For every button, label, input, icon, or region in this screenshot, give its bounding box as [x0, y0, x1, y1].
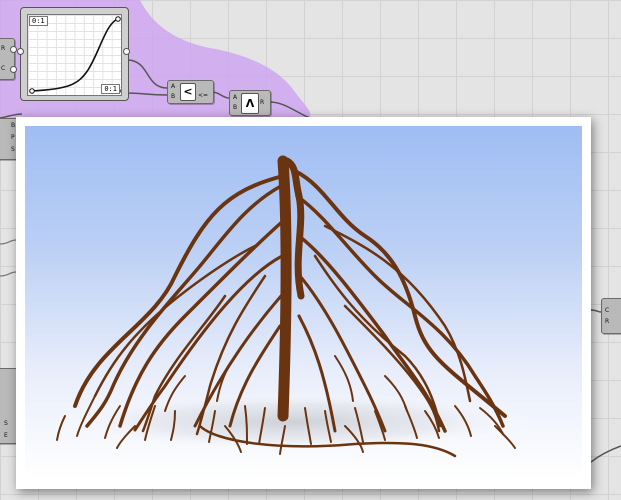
output-grip[interactable]: [10, 46, 17, 53]
left-component-top[interactable]: R C: [0, 38, 17, 80]
mapping-curve: [29, 16, 121, 94]
input-label: A: [233, 94, 238, 101]
output-grip[interactable]: [10, 66, 17, 73]
port-label: R: [1, 45, 6, 52]
port-label: P: [11, 134, 15, 141]
range-label-top[interactable]: 0:1: [29, 16, 48, 26]
output-grip[interactable]: [123, 48, 130, 55]
and-gate-component[interactable]: A B Λ R: [229, 90, 271, 116]
output-label: R: [260, 99, 265, 106]
port-label: C: [1, 65, 6, 72]
port-label: B: [11, 122, 16, 129]
input-label: B: [233, 104, 238, 111]
range-label-bottom[interactable]: 0:1: [101, 84, 120, 94]
and-gate-icon: Λ: [241, 93, 259, 114]
port-label: C: [605, 307, 610, 314]
right-component[interactable]: C R: [601, 298, 621, 334]
less-than-component[interactable]: A B < <=: [167, 80, 214, 104]
root-system-render: [55, 155, 535, 458]
output-label: <=: [198, 92, 209, 99]
port-label: S: [4, 420, 8, 427]
less-than-icon: <: [180, 83, 196, 101]
input-label: B: [171, 93, 176, 100]
port-label: E: [4, 432, 8, 439]
graph-mapper-component[interactable]: 0:1 0:1: [17, 7, 130, 101]
render-preview-frame: [16, 117, 591, 489]
render-preview-image: [25, 126, 582, 480]
graph-area[interactable]: 0:1 0:1: [27, 14, 122, 96]
port-label: R: [605, 318, 610, 325]
input-grip[interactable]: [17, 48, 24, 55]
port-label: S: [11, 146, 15, 153]
input-label: A: [171, 83, 176, 90]
